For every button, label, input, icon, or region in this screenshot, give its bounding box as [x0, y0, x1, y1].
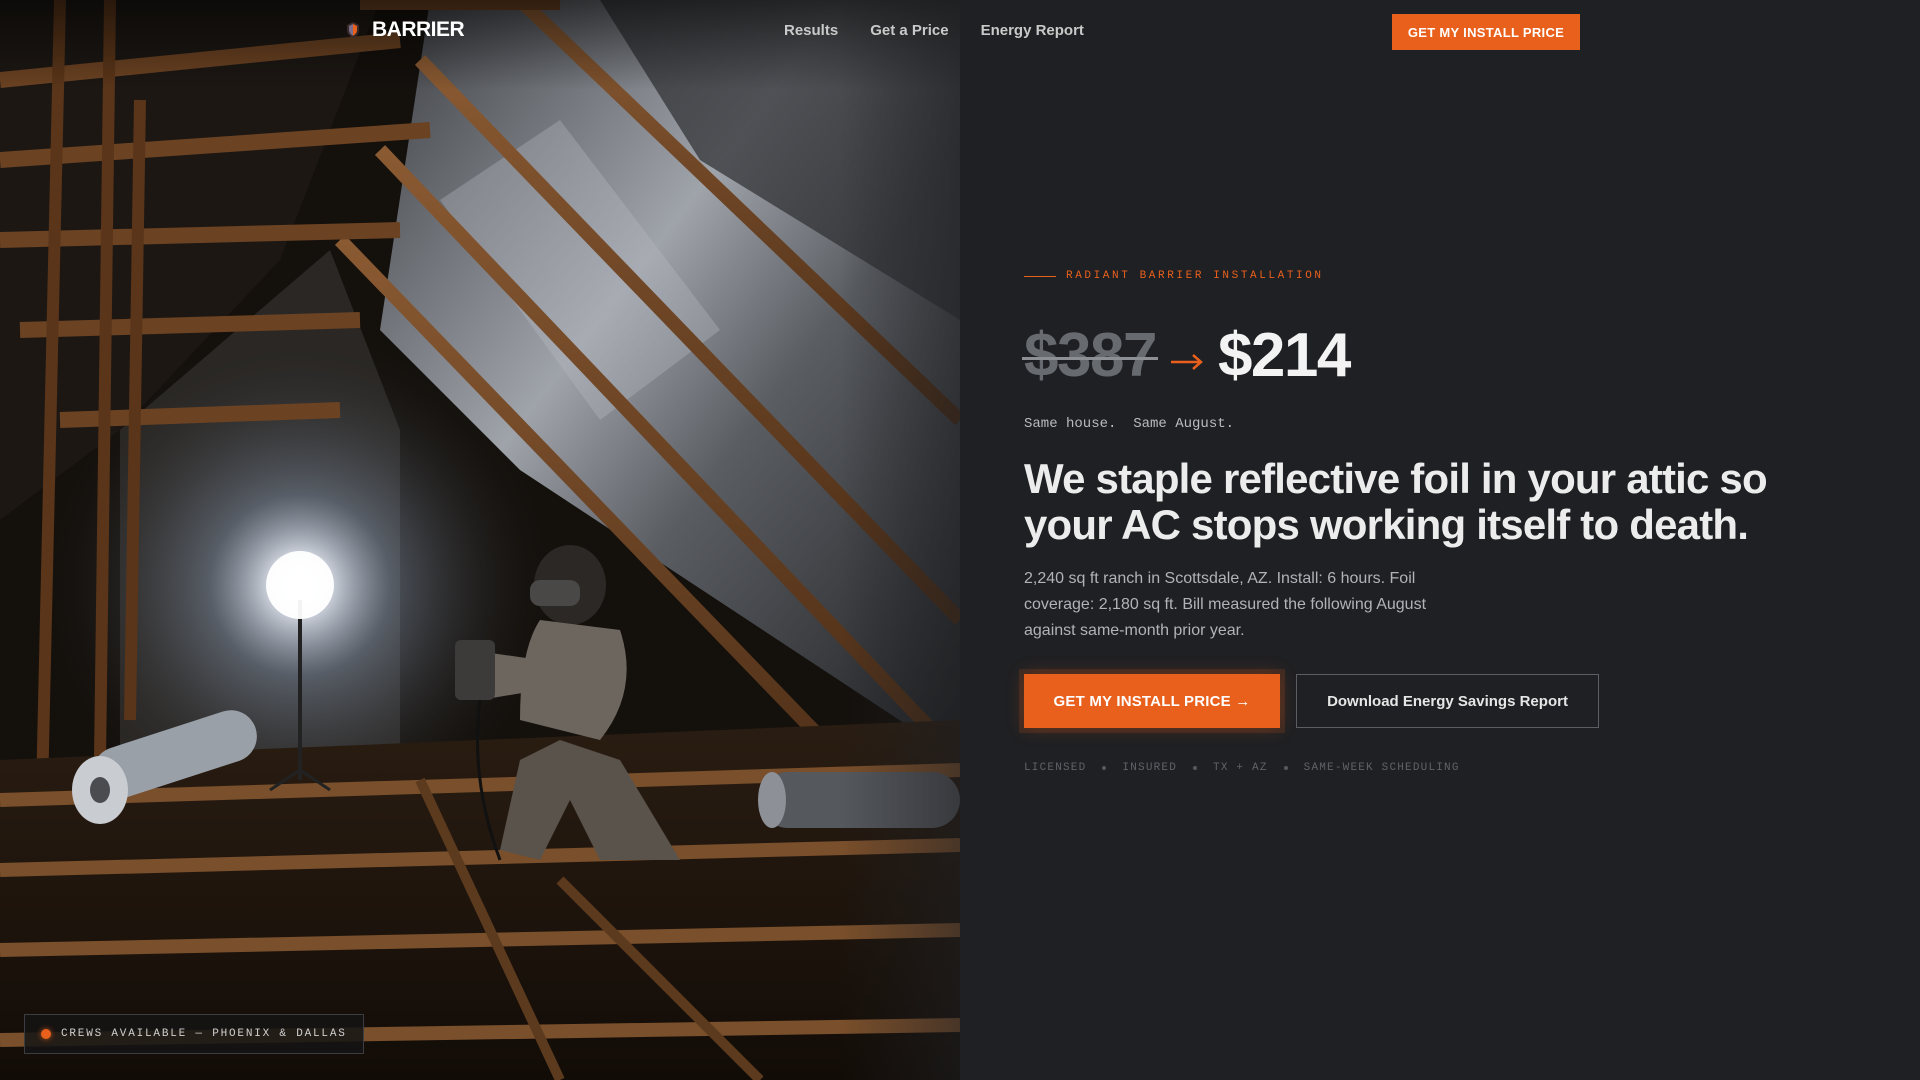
eyebrow-rule: [1024, 275, 1056, 277]
crew-availability-text: CREWS AVAILABLE — PHOENIX & DALLAS: [61, 1028, 347, 1040]
trust-strip: LICENSED INSURED TX + AZ SAME-WEEK SCHED…: [1024, 762, 1844, 774]
hero-body: 2,240 sq ft ranch in Scottsdale, AZ. Ins…: [1024, 570, 1427, 639]
header-install-price-button[interactable]: GET MY INSTALL PRICE: [1392, 14, 1580, 50]
trust-item: LICENSED: [1024, 762, 1087, 774]
brand-name: BARRIER: [372, 18, 465, 41]
hero-photo: [0, 0, 960, 1080]
nav-item-energy-report[interactable]: Energy Report: [981, 22, 1084, 39]
trust-item: INSURED: [1122, 762, 1178, 774]
site-header: BARRIER Results Get a Price Energy Repor…: [0, 0, 1920, 64]
hero-headline: We staple reflective foil in your attic …: [1024, 455, 1768, 548]
crew-availability-badge: CREWS AVAILABLE — PHOENIX & DALLAS: [24, 1014, 364, 1054]
trust-item: SAME-WEEK SCHEDULING: [1303, 762, 1460, 774]
shield-icon: [344, 21, 362, 39]
logo[interactable]: BARRIER: [344, 18, 465, 42]
comparison-subline: Same house. Same August.: [1024, 416, 1235, 432]
separator-dot-icon: [1283, 766, 1288, 770]
install-price-button[interactable]: GET MY INSTALL PRICE →: [1024, 674, 1280, 728]
status-dot-icon: [41, 1029, 51, 1039]
main-nav: Results Get a Price Energy Report: [784, 22, 1084, 39]
hero-section: RADIANT BARRIER INSTALLATION $387 $214 S…: [1022, 270, 1844, 774]
trust-item: TX + AZ: [1213, 762, 1268, 774]
price-comparison: $387 $214: [1022, 320, 1844, 392]
eyebrow: RADIANT BARRIER INSTALLATION: [1024, 270, 1844, 282]
new-price: $214: [1217, 321, 1351, 390]
separator-dot-icon: [1102, 766, 1107, 770]
download-report-button[interactable]: Download Energy Savings Report: [1296, 674, 1599, 728]
separator-dot-icon: [1193, 766, 1198, 770]
old-price: $387: [1022, 321, 1158, 390]
eyebrow-text: RADIANT BARRIER INSTALLATION: [1066, 270, 1324, 282]
arrow-right-icon: [1170, 352, 1204, 372]
nav-item-results[interactable]: Results: [784, 22, 838, 39]
nav-item-get-a-price[interactable]: Get a Price: [870, 22, 948, 39]
attic-illustration: [0, 0, 960, 1080]
hero-cta-group: GET MY INSTALL PRICE → Download Energy S…: [1024, 674, 1844, 728]
